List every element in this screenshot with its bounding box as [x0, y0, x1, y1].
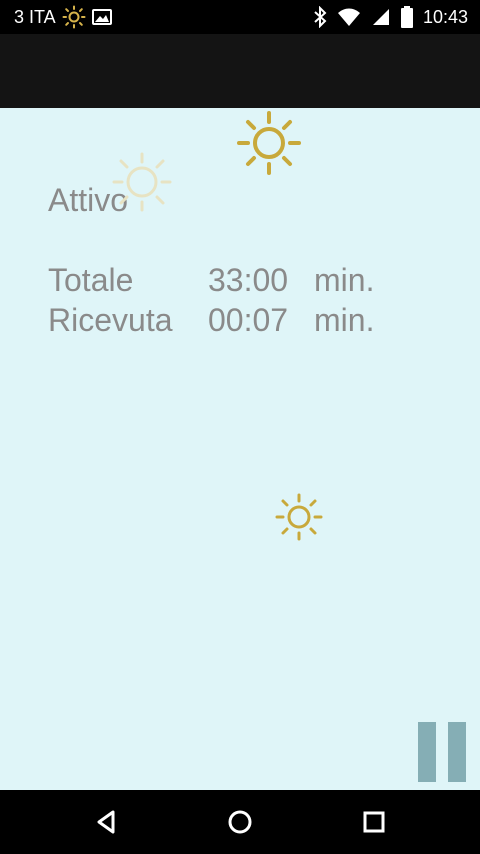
- pause-bar-left: [418, 722, 436, 782]
- image-icon: [91, 8, 112, 26]
- pause-button[interactable]: [418, 722, 466, 782]
- back-icon: [97, 810, 115, 834]
- pause-bar-right: [448, 722, 466, 782]
- stat-unit-total: min.: [314, 261, 375, 298]
- sun-icon: [110, 150, 174, 218]
- bluetooth-icon: [313, 6, 327, 28]
- stat-row-total: Totale 33:00 min.: [48, 260, 374, 300]
- stat-label-received: Ricevuta: [48, 301, 173, 338]
- stat-row-received: Ricevuta 00:07 min.: [48, 300, 374, 340]
- action-bar: [0, 34, 480, 108]
- recent-apps-button[interactable]: [358, 806, 390, 838]
- navigation-bar: [0, 790, 480, 854]
- sun-icon: [62, 5, 86, 29]
- home-button[interactable]: [224, 806, 256, 838]
- stat-label-total: Totale: [48, 261, 134, 298]
- back-button[interactable]: [90, 806, 122, 838]
- status-right: 10:43: [313, 0, 468, 34]
- stats: Totale 33:00 min. Ricevuta 00:07 min.: [48, 260, 374, 340]
- battery-icon: [400, 6, 413, 28]
- content-area: Attivo Totale 33:00 min. Ricevuta 00:07 …: [0, 108, 480, 790]
- signal-icon: [371, 7, 391, 27]
- stat-unit-received: min.: [314, 301, 375, 338]
- status-left: 3 ITA: [14, 0, 112, 34]
- stat-value-total: 33:00: [208, 261, 289, 298]
- home-icon: [228, 810, 252, 834]
- sun-icon: [236, 110, 302, 180]
- sun-icon: [274, 492, 324, 546]
- stat-value-received: 00:07: [208, 301, 289, 338]
- recent-apps-icon: [363, 811, 385, 833]
- wifi-icon: [337, 7, 361, 27]
- time-label: 10:43: [422, 6, 468, 27]
- status-bar: 3 ITA 10:43: [0, 0, 480, 34]
- carrier-label: 3 ITA: [14, 6, 56, 27]
